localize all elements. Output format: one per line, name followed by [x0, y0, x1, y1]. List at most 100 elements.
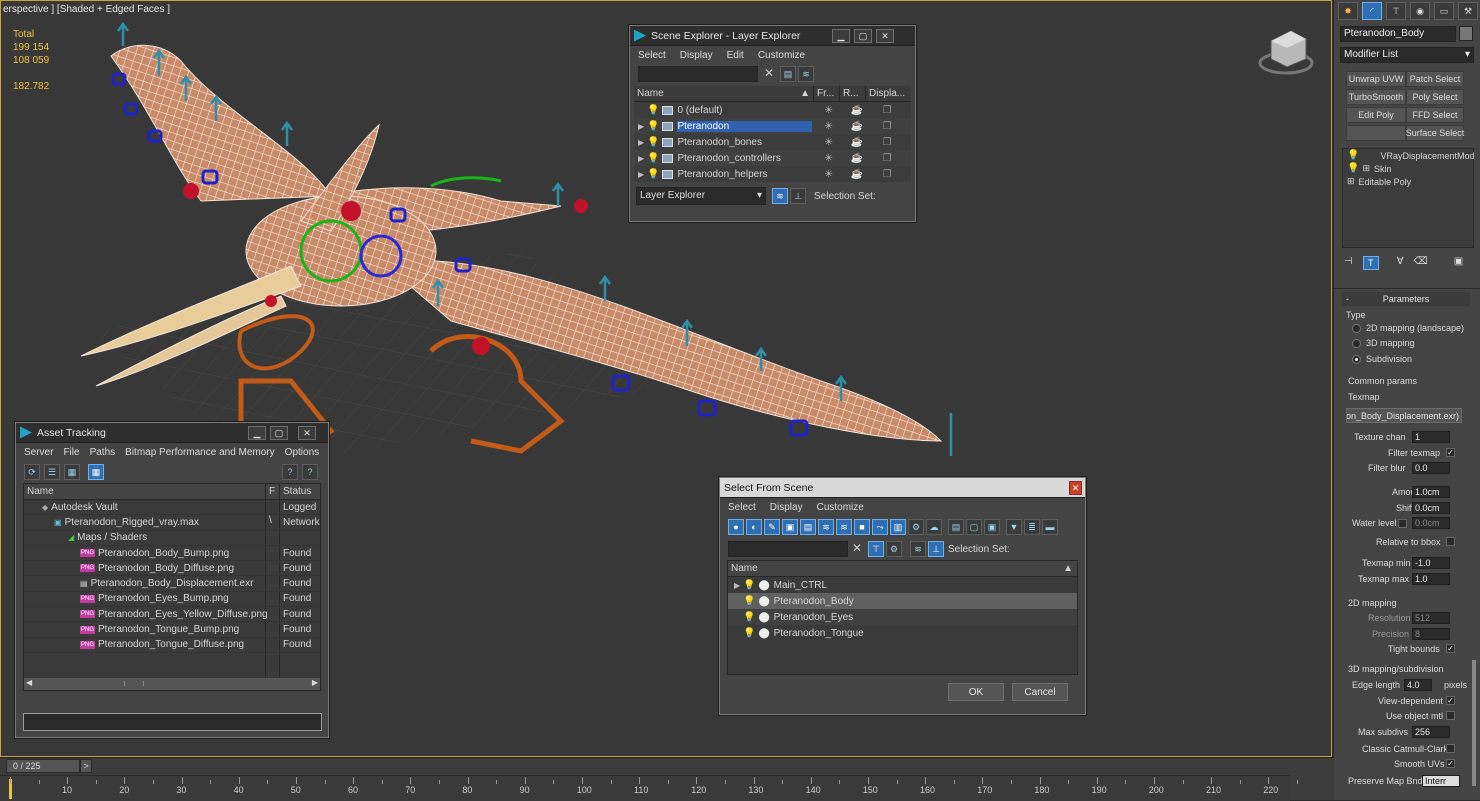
horizontal-scrollbar[interactable]: ◀ ▶ — [24, 678, 320, 690]
object-row-selected[interactable]: 💡 ⬤ Pteranodon_Body — [728, 593, 1077, 609]
layer-row[interactable]: ▶ 💡 Pteranodon_controllers ✳ ☕ ❐ — [634, 150, 911, 166]
preserve-map-dropdown[interactable]: Interr — [1422, 775, 1460, 787]
menu-options[interactable]: Options — [285, 447, 319, 458]
freeze-icon[interactable]: ✳ — [824, 105, 850, 116]
display-icon[interactable]: ❐ — [882, 137, 891, 148]
pin-stack-icon[interactable]: ⊣ — [1344, 256, 1353, 270]
asset-tracking-titlebar[interactable]: Asset Tracking ▁ ▢ ✕ — [16, 423, 328, 443]
close-button[interactable]: ✕ — [876, 29, 894, 43]
freeze-icon[interactable]: ✳ — [824, 137, 850, 148]
search-input[interactable] — [728, 541, 848, 557]
filter-frozen-icon[interactable]: ☁ — [926, 519, 942, 535]
explorer-type-dropdown[interactable]: Layer Explorer ▾ — [636, 187, 766, 205]
freeze-icon[interactable]: ✳ — [824, 153, 850, 164]
menu-display[interactable]: Display — [680, 50, 713, 61]
time-slider[interactable]: 0 / 225 — [6, 759, 80, 773]
layer-row[interactable]: ▶ 💡 Pteranodon ✳ ☕ ❐ — [634, 118, 911, 134]
freeze-icon[interactable]: ✳ — [824, 169, 850, 180]
layer-mode-icon[interactable]: ≋ — [910, 541, 926, 557]
object-row[interactable]: 💡 ⬤ Pteranodon_Tongue — [728, 625, 1077, 641]
patch-select-button[interactable]: Patch Select — [1406, 71, 1464, 87]
display-icon[interactable]: ❐ — [882, 153, 891, 164]
clear-search-icon[interactable]: ✕ — [764, 66, 774, 80]
select-from-scene-titlebar[interactable]: Select From Scene ✕ — [720, 478, 1085, 498]
object-row[interactable]: 💡 ⬤ Pteranodon_Eyes — [728, 609, 1077, 625]
asset-row[interactable]: PNG Pteranodon_Eyes_Yellow_Diffuse.png Fou… — [24, 607, 320, 623]
modifier-list-dropdown[interactable]: Modifier List ▾ — [1340, 47, 1474, 63]
col-name[interactable]: Name ▲ — [634, 86, 814, 101]
asset-row[interactable]: PNG Pteranodon_Body_Diffuse.png Found — [24, 561, 320, 577]
max-subdivs-spinner[interactable]: 256 — [1412, 726, 1450, 738]
col-f[interactable]: F — [266, 484, 280, 499]
find-icon[interactable]: ▤ — [780, 66, 796, 82]
filter-options-icon[interactable]: ≣ — [1024, 519, 1040, 535]
filter-texmap-checkbox[interactable]: ✓ — [1446, 448, 1455, 457]
list-view-icon[interactable]: ☰ — [44, 464, 60, 480]
parameters-rollout[interactable]: - Parameters — [1342, 292, 1470, 306]
maximize-button[interactable]: ▢ — [854, 29, 872, 43]
layer-row[interactable]: 💡 0 (default) ✳ ☕ ❐ — [634, 102, 911, 118]
filter-lights-icon[interactable]: ✎ — [764, 519, 780, 535]
menu-select[interactable]: Select — [638, 50, 666, 61]
ffd-select-button[interactable]: FFD Select — [1406, 107, 1464, 123]
stack-item[interactable]: 💡 VRayDisplacementMod — [1343, 149, 1475, 162]
texture-chan-spinner[interactable]: 1 — [1412, 431, 1450, 443]
col-display[interactable]: Displa... — [866, 86, 910, 101]
layer-row[interactable]: ▶ 💡 Pteranodon_helpers ✳ ☕ ❐ — [634, 166, 911, 182]
filter-spacewarps-icon[interactable]: ≋ — [818, 519, 834, 535]
filter-xrefs-icon[interactable]: ■ — [854, 519, 870, 535]
filter-particles-icon[interactable]: ⚙ — [908, 519, 924, 535]
water-level-checkbox[interactable] — [1398, 519, 1407, 528]
asset-path-field[interactable] — [23, 713, 322, 731]
refresh-icon[interactable]: ⟳ — [24, 464, 40, 480]
empty-mod-button[interactable] — [1346, 125, 1406, 141]
display-icon[interactable]: ❐ — [882, 169, 891, 180]
texmap-min-spinner[interactable]: -1.0 — [1412, 557, 1450, 569]
menu-edit[interactable]: Edit — [727, 50, 744, 61]
asset-row[interactable]: ▤ Pteranodon_Body_Displacement.exr Found — [24, 576, 320, 592]
asset-row[interactable]: ◆ Autodesk Vault Logged — [24, 500, 320, 516]
modify-tab-icon[interactable]: ◜ — [1362, 2, 1382, 20]
viewport-label[interactable]: erspective ] [Shaded + Edged Faces ] — [3, 4, 170, 15]
filter-icon[interactable]: ▼ — [1006, 519, 1022, 535]
turbosmooth-button[interactable]: TurboSmooth — [1346, 89, 1406, 105]
render-icon[interactable]: ☕ — [850, 137, 882, 148]
menu-file[interactable]: File — [63, 447, 79, 458]
texmap-button[interactable]: on_Body_Displacement.exr) — [1346, 408, 1462, 423]
display-tab-icon[interactable]: ▭ — [1434, 2, 1454, 20]
layer-tool-icon[interactable]: ≋ — [798, 66, 814, 82]
find-case-icon[interactable]: ⊤ — [868, 541, 884, 557]
bulb-icon[interactable]: 💡 — [647, 137, 659, 148]
bulb-icon[interactable]: 💡 — [647, 153, 659, 164]
select-none-icon[interactable]: ▢ — [966, 519, 982, 535]
menu-customize[interactable]: Customize — [758, 50, 805, 61]
show-end-result-icon[interactable]: T — [1362, 256, 1379, 270]
minimize-button[interactable]: ▁ — [832, 29, 850, 43]
motion-tab-icon[interactable]: ◉ — [1410, 2, 1430, 20]
render-icon[interactable]: ☕ — [850, 105, 882, 116]
configure-sets-icon[interactable]: ▣ — [1454, 256, 1463, 270]
display-icon[interactable]: ❐ — [882, 105, 891, 116]
layer-row[interactable]: ▶ 💡 Pteranodon_bones ✳ ☕ ❐ — [634, 134, 911, 150]
filter-containers-icon[interactable]: ▥ — [890, 519, 906, 535]
col-status[interactable]: Status — [280, 484, 320, 499]
menu-bitmap-performance[interactable]: Bitmap Performance and Memory — [125, 447, 275, 458]
render-icon[interactable]: ☕ — [850, 121, 882, 132]
stack-item[interactable]: 💡 ⊞ Skin — [1343, 162, 1473, 175]
asset-row[interactable]: PNG Pteranodon_Tongue_Diffuse.png Found — [24, 637, 320, 653]
filter-blur-spinner[interactable]: 0.0 — [1412, 462, 1450, 474]
menu-select[interactable]: Select — [728, 502, 756, 513]
filter-groups-icon[interactable]: ≋ — [836, 519, 852, 535]
object-list-header[interactable]: Name ▲ — [728, 561, 1077, 577]
table-view-icon[interactable]: ▦ — [88, 464, 104, 480]
asset-row[interactable]: PNG Pteranodon_Tongue_Bump.png Found — [24, 622, 320, 638]
filter-geometry-icon[interactable]: ● — [728, 519, 744, 535]
select-invert-icon[interactable]: ▣ — [984, 519, 1000, 535]
scene-explorer-titlebar[interactable]: Scene Explorer - Layer Explorer ▁ ▢ ✕ — [630, 26, 915, 46]
ok-button[interactable]: OK — [948, 683, 1004, 701]
menu-customize[interactable]: Customize — [817, 502, 864, 513]
column-chooser-icon[interactable]: ▬ — [1042, 519, 1058, 535]
help-context-icon[interactable]: ? — [302, 464, 318, 480]
radio-subdivision[interactable] — [1352, 355, 1361, 364]
close-button[interactable]: ✕ — [298, 426, 316, 440]
